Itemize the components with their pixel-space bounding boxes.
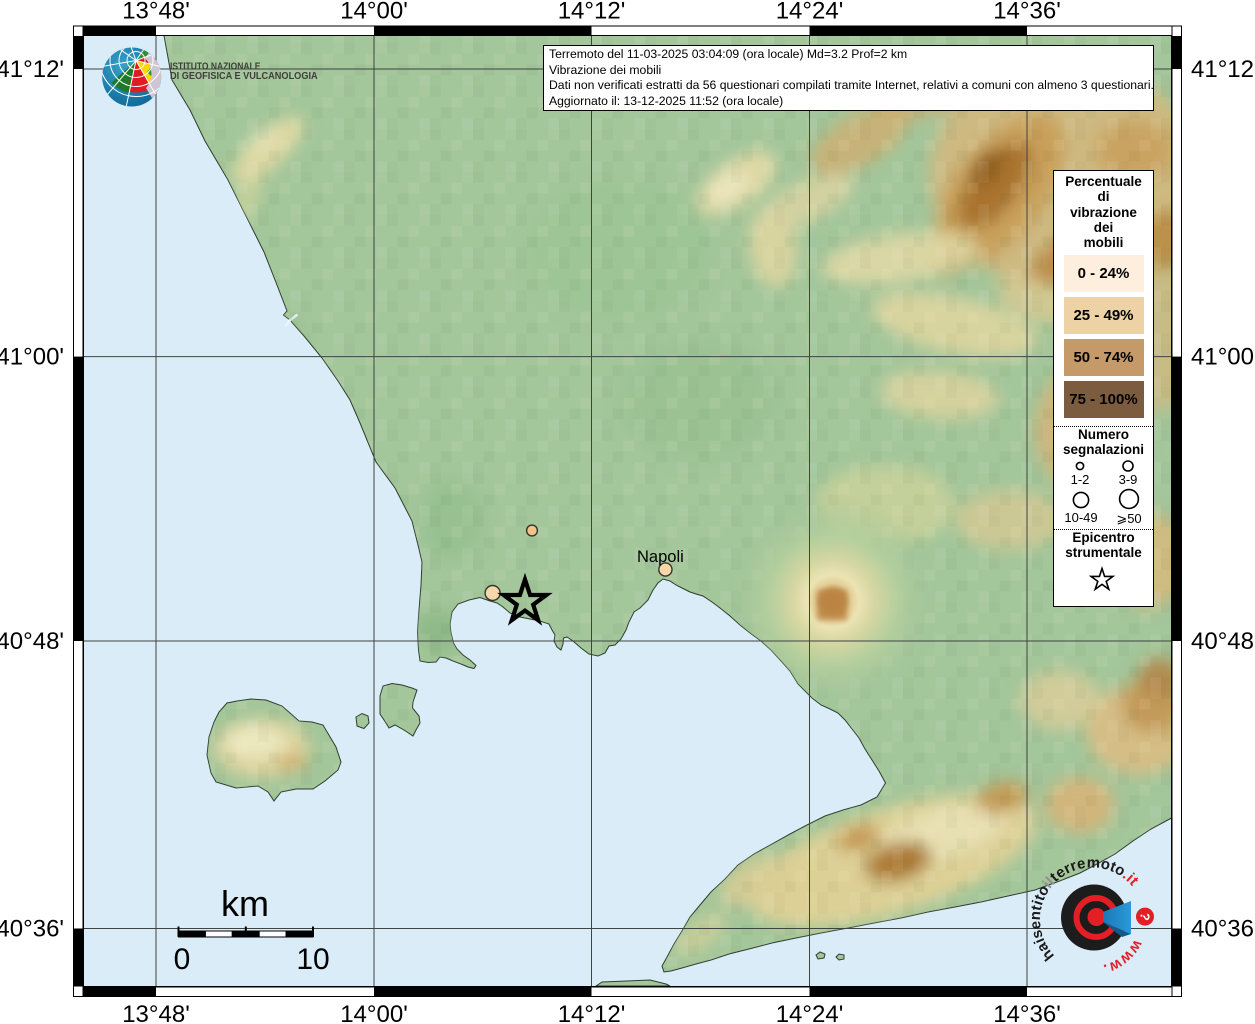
svg-text:40°48': 40°48' — [0, 628, 64, 655]
svg-text:13°48': 13°48' — [122, 1001, 190, 1024]
svg-text:DI GEOFISICA E VULCANOLOGIA: DI GEOFISICA E VULCANOLOGIA — [170, 71, 318, 82]
svg-text:41°00': 41°00' — [1191, 344, 1255, 371]
svg-text:1-2: 1-2 — [1071, 472, 1090, 487]
svg-text:3-9: 3-9 — [1119, 472, 1138, 487]
svg-text:40°36': 40°36' — [1191, 916, 1255, 943]
svg-text:m: m — [1087, 854, 1101, 871]
svg-text:Napoli: Napoli — [637, 548, 684, 566]
svg-text:40°36': 40°36' — [0, 916, 64, 943]
svg-text:⩾50: ⩾50 — [1116, 511, 1141, 526]
svg-text:14°36': 14°36' — [993, 1001, 1061, 1024]
svg-text:14°12': 14°12' — [558, 0, 626, 25]
svg-text:13°48': 13°48' — [122, 0, 190, 25]
svg-text:14°00': 14°00' — [340, 1001, 408, 1024]
svg-text:0: 0 — [174, 943, 191, 976]
svg-text:14°36': 14°36' — [993, 0, 1061, 25]
svg-text:14°12': 14°12' — [558, 1001, 626, 1024]
svg-text:km: km — [221, 883, 269, 924]
svg-text:41°12': 41°12' — [0, 56, 64, 83]
svg-text:41°12': 41°12' — [1191, 56, 1255, 83]
svg-text:14°24': 14°24' — [776, 1001, 844, 1024]
svg-text:14°24': 14°24' — [776, 0, 844, 25]
svg-text:41°00': 41°00' — [0, 344, 64, 371]
svg-text:14°00': 14°00' — [340, 0, 408, 25]
svg-text:10: 10 — [296, 943, 329, 976]
svg-text:e: e — [1027, 920, 1045, 930]
svg-text:10-49: 10-49 — [1064, 510, 1097, 525]
svg-text:40°48': 40°48' — [1191, 628, 1255, 655]
